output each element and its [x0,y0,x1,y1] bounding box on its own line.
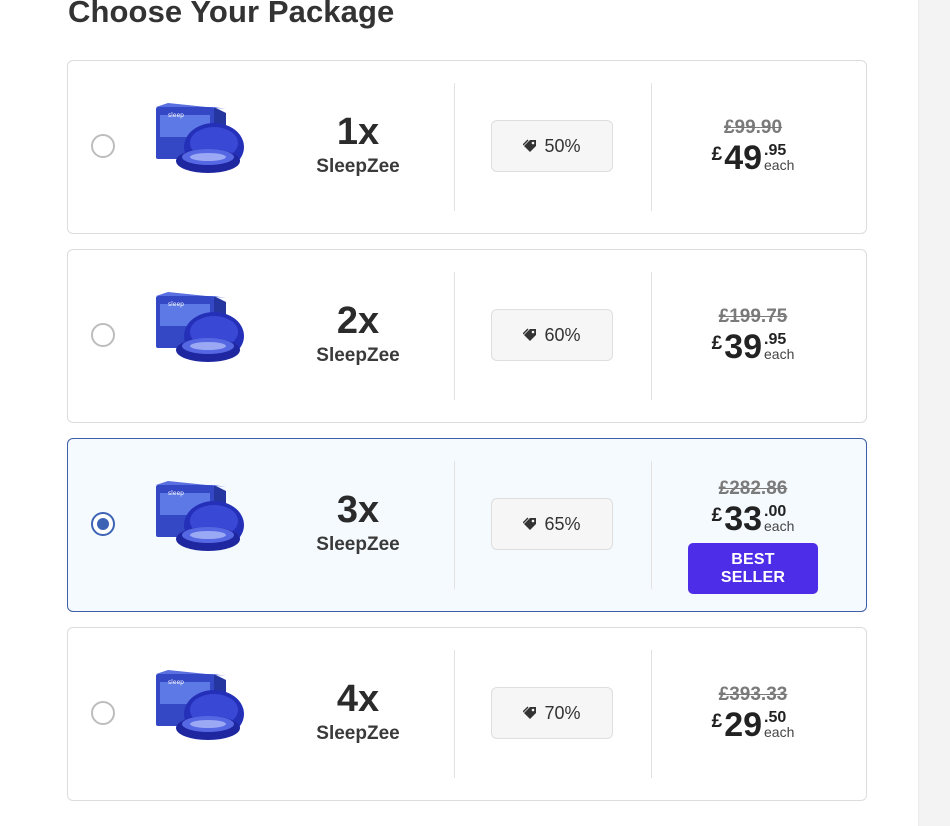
product-image: sleep [156,481,244,551]
quantity-block: 2x SleepZee [283,298,433,368]
product-name: SleepZee [316,345,400,366]
quantity-block: 1x SleepZee [283,109,433,179]
package-option-1[interactable]: sleep 1x SleepZee 50% £99.90 £ 49 .95 ea… [67,60,867,234]
product-image: sleep [156,670,244,740]
price-block: £393.33 £ 29 .50 each [688,684,818,742]
best-seller-badge: BEST SELLER [688,543,818,594]
price-cents: .95 [764,331,787,348]
old-price: £199.75 [718,306,788,327]
price-currency: £ [711,144,723,165]
divider [651,650,652,778]
divider [651,272,652,400]
svg-text:sleep: sleep [168,112,184,119]
package-quantity: 4x [336,678,380,720]
divider [651,83,652,211]
quantity-block: 3x SleepZee [283,487,433,557]
package-option-3[interactable]: sleep 3x SleepZee 65% £282.86 £ 33 .00 e… [67,438,867,612]
price-unit: each [764,724,795,740]
tag-icon [523,706,537,719]
price-currency: £ [711,711,723,732]
divider [454,83,455,211]
old-price: £99.90 [723,117,783,138]
package-option-4[interactable]: sleep 4x SleepZee 70% £393.33 £ 29 .50 e… [67,627,867,801]
discount-value: 50% [544,135,581,156]
price-block: £282.86 £ 33 .00 each BEST SELLER [688,478,818,594]
page-title: Choose Your Package [68,0,395,29]
package-radio[interactable] [91,701,115,725]
package-quantity: 2x [336,300,380,342]
product-image: sleep [156,103,244,173]
package-list: sleep 1x SleepZee 50% £99.90 £ 49 .95 ea… [67,60,867,816]
scrollbar-track[interactable] [918,0,950,826]
divider [454,650,455,778]
discount-value: 60% [544,324,581,345]
price-whole: 49 [724,139,763,177]
divider [454,461,455,589]
tag-icon [523,328,537,341]
price-whole: 29 [724,706,763,744]
product-name: SleepZee [316,534,400,555]
product-name: SleepZee [316,723,400,744]
quantity-block: 4x SleepZee [283,676,433,746]
price-block: £99.90 £ 49 .95 each [688,117,818,175]
price-cents: .50 [764,709,787,726]
price-unit: each [764,157,795,173]
divider [651,461,652,589]
price-currency: £ [711,333,723,354]
package-quantity: 3x [336,489,380,531]
package-radio-selected[interactable] [91,512,115,536]
price-cents: .00 [764,503,787,520]
old-price: £393.33 [718,684,788,705]
price-unit: each [764,518,795,534]
package-quantity: 1x [336,111,380,153]
product-image: sleep [156,292,244,362]
discount-badge: 60% [491,309,613,361]
discount-value: 65% [544,513,581,534]
svg-text:sleep: sleep [168,679,184,686]
tag-icon [523,139,537,152]
page: Choose Your Package sleep 1x SleepZee 50… [0,0,950,826]
discount-badge: 50% [491,120,613,172]
new-price: £ 33 .00 each [688,502,818,536]
package-radio[interactable] [91,323,115,347]
divider [454,272,455,400]
discount-badge: 65% [491,498,613,550]
price-cents: .95 [764,142,787,159]
old-price: £282.86 [718,478,788,499]
svg-text:sleep: sleep [168,490,184,497]
price-whole: 33 [724,500,763,538]
new-price: £ 39 .95 each [688,330,818,364]
package-option-2[interactable]: sleep 2x SleepZee 60% £199.75 £ 39 .95 e… [67,249,867,423]
discount-value: 70% [544,702,581,723]
tag-icon [523,517,537,530]
new-price: £ 49 .95 each [688,141,818,175]
price-currency: £ [711,505,723,526]
price-block: £199.75 £ 39 .95 each [688,306,818,364]
package-radio[interactable] [91,134,115,158]
discount-badge: 70% [491,687,613,739]
svg-text:sleep: sleep [168,301,184,308]
price-whole: 39 [724,328,763,366]
product-name: SleepZee [316,156,400,177]
price-unit: each [764,346,795,362]
new-price: £ 29 .50 each [688,708,818,742]
